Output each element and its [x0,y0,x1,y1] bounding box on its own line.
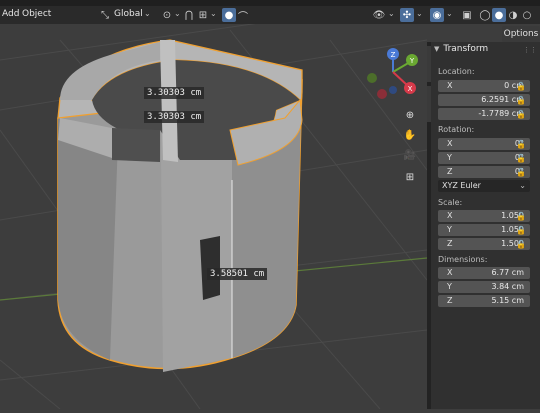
gizmo-neg-y-handle[interactable] [367,73,377,83]
material-shading-icon[interactable]: ◑ [506,8,520,22]
axis-label: Z [447,296,453,305]
scale-label: Scale: [438,198,463,207]
pivot-chevron-icon[interactable]: ⌄ [174,9,181,18]
falloff-icon[interactable]: ⌒ [236,8,250,23]
gizmo-toggle-icon[interactable]: ✣ [400,8,414,22]
pivot-point-icon[interactable]: ⊙ [160,8,174,22]
snap-increment-icon[interactable]: ⊞ [196,8,210,22]
visibility-icon[interactable]: 👁 [372,8,386,22]
field-value: 5.15 cm [491,296,524,305]
dimensions-y-field[interactable]: Y 3.84 cm [438,281,530,293]
transform-panel-header[interactable]: ▼ Transform [434,44,488,54]
lock-icon[interactable]: 🔓 [515,108,527,120]
rotation-mode-select[interactable]: XYZ Euler ⌄ [438,180,530,192]
axis-label: Z [447,167,453,176]
measure-label-2: 3.30303 cm [144,111,205,123]
orientation-select[interactable]: Global [114,9,143,19]
lock-icon[interactable]: 🔓 [515,138,527,150]
dimensions-x-field[interactable]: X 6.77 cm [438,267,530,279]
gizmo-chevron-icon[interactable]: ⌄ [416,9,423,18]
lock-icon[interactable]: 🔓 [515,94,527,106]
axis-label: Y [447,153,452,162]
snap-magnet-icon[interactable]: ⋂ [182,8,196,22]
gizmo-x-label: X [408,85,413,93]
menu-add[interactable]: Add [2,9,19,19]
gizmo-neg-x-handle[interactable] [377,89,387,99]
gizmo-y-label: Y [409,57,415,65]
axis-label: X [447,211,453,220]
options-button[interactable]: Options [502,26,540,42]
axis-label: Z [447,239,453,248]
solid-shading-icon[interactable]: ● [492,8,506,22]
drag-handle-icon[interactable]: ⋮⋮ [523,46,537,54]
lock-icon[interactable]: 🔓 [515,210,527,222]
panel-title: Transform [443,44,489,54]
orientation-chevron-icon[interactable]: ⌄ [144,9,151,18]
zoom-icon[interactable]: ⊕ [402,107,418,123]
field-value: 3.84 cm [491,282,524,291]
collapse-chevron-icon[interactable]: ▼ [434,45,439,53]
camera-view-icon[interactable]: 🎥 [402,147,418,163]
location-label: Location: [438,67,475,76]
xray-icon[interactable]: ▣ [460,8,474,22]
lock-icon[interactable]: 🔓 [515,166,527,178]
dimensions-label: Dimensions: [438,255,488,264]
navigation-gizmo[interactable]: Z Y X [360,46,426,104]
axis-label: Y [447,225,452,234]
snap-chevron-icon[interactable]: ⌄ [210,9,217,18]
wireframe-shading-icon[interactable]: ◯ [478,8,492,22]
lock-icon[interactable]: 🔓 [515,152,527,164]
perspective-grid-icon[interactable]: ⊞ [402,169,418,185]
overlays-chevron-icon[interactable]: ⌄ [446,9,453,18]
menu-object[interactable]: Object [22,9,51,19]
measure-label-3: 3.58501 cm [207,268,268,280]
overlays-icon[interactable]: ◉ [430,8,444,22]
rendered-shading-icon[interactable]: ○ [520,8,534,22]
viewport-header: Add Object ⤡ Global ⌄ ⊙ ⌄ ⋂ ⊞ ⌄ ● ⌒ 👁 ⌄ … [0,6,540,24]
rotation-label: Rotation: [438,125,475,134]
axis-label: Y [447,282,452,291]
rotation-mode-value: XYZ Euler [442,181,481,190]
gizmo-neg-z-handle[interactable] [389,86,397,94]
measure-label-1: 3.30303 cm [144,87,205,99]
axis-label: X [447,268,453,277]
gizmo-z-label: Z [391,51,396,59]
proportional-edit-icon[interactable]: ● [222,8,236,22]
pan-hand-icon[interactable]: ✋ [402,127,418,143]
axis-label: X [447,139,453,148]
lock-icon[interactable]: 🔓 [515,224,527,236]
lock-icon[interactable]: 🔓 [515,238,527,250]
field-value: 6.77 cm [491,268,524,277]
axis-label: X [447,81,453,90]
transform-orientation-icon[interactable]: ⤡ [98,8,112,22]
dimensions-z-field[interactable]: Z 5.15 cm [438,295,530,307]
lock-icon[interactable]: 🔓 [515,80,527,92]
chevron-down-icon: ⌄ [519,181,526,190]
visibility-chevron-icon[interactable]: ⌄ [388,9,395,18]
